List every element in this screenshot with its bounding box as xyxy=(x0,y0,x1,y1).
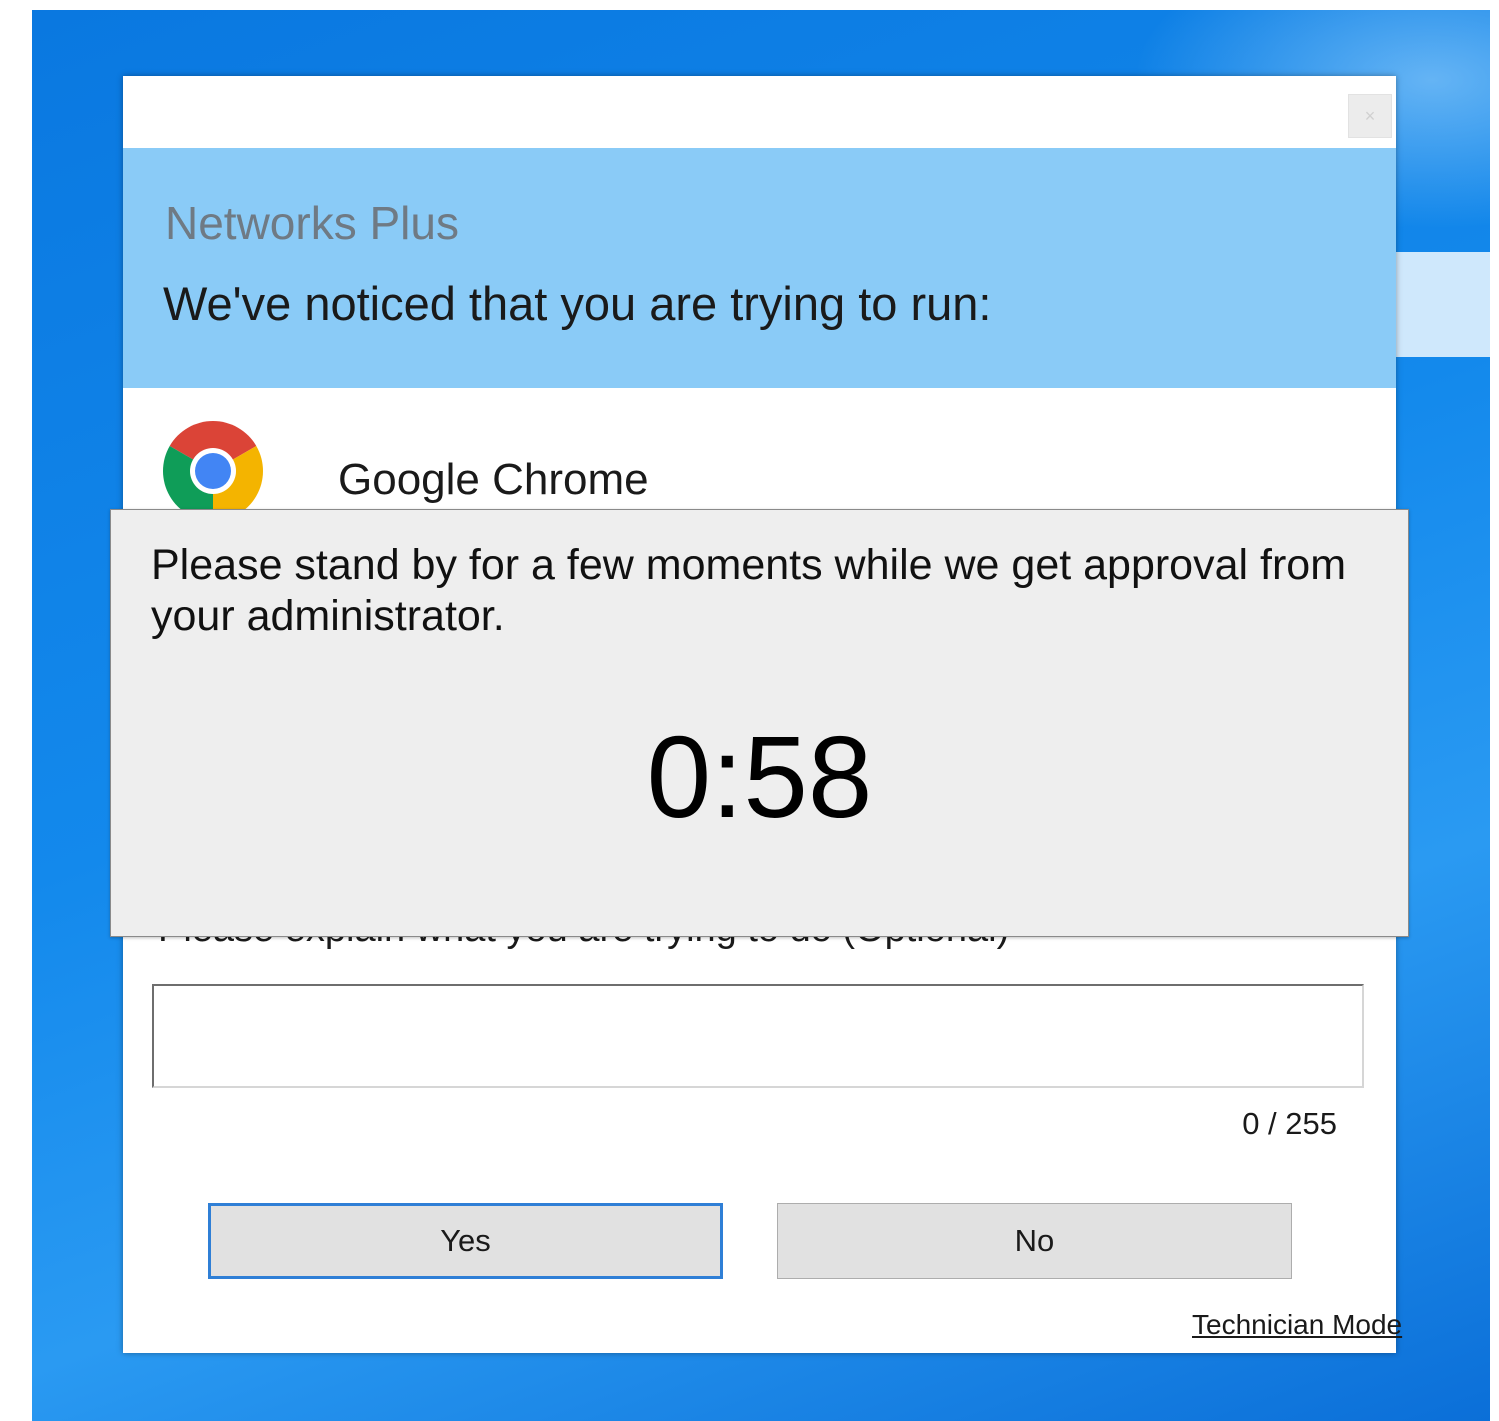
char-counter: 0 / 255 xyxy=(1242,1106,1337,1141)
standby-overlay: Please stand by for a few moments while … xyxy=(110,509,1409,937)
explain-input[interactable] xyxy=(152,984,1364,1088)
app-name: Google Chrome xyxy=(338,455,649,504)
brand-title: Networks Plus xyxy=(165,197,459,249)
standby-message: Please stand by for a few moments while … xyxy=(151,541,1347,640)
dialog-header xyxy=(123,148,1396,388)
no-button[interactable]: No xyxy=(777,1203,1292,1279)
chrome-icon xyxy=(163,421,263,521)
yes-button[interactable]: Yes xyxy=(208,1203,723,1279)
close-button[interactable]: × xyxy=(1348,94,1392,138)
background-window-edge xyxy=(1394,252,1490,357)
technician-mode-link[interactable]: Technician Mode xyxy=(1192,1309,1402,1341)
countdown-timer: 0:58 xyxy=(646,712,873,842)
notice-heading: We've noticed that you are trying to run… xyxy=(163,277,992,330)
